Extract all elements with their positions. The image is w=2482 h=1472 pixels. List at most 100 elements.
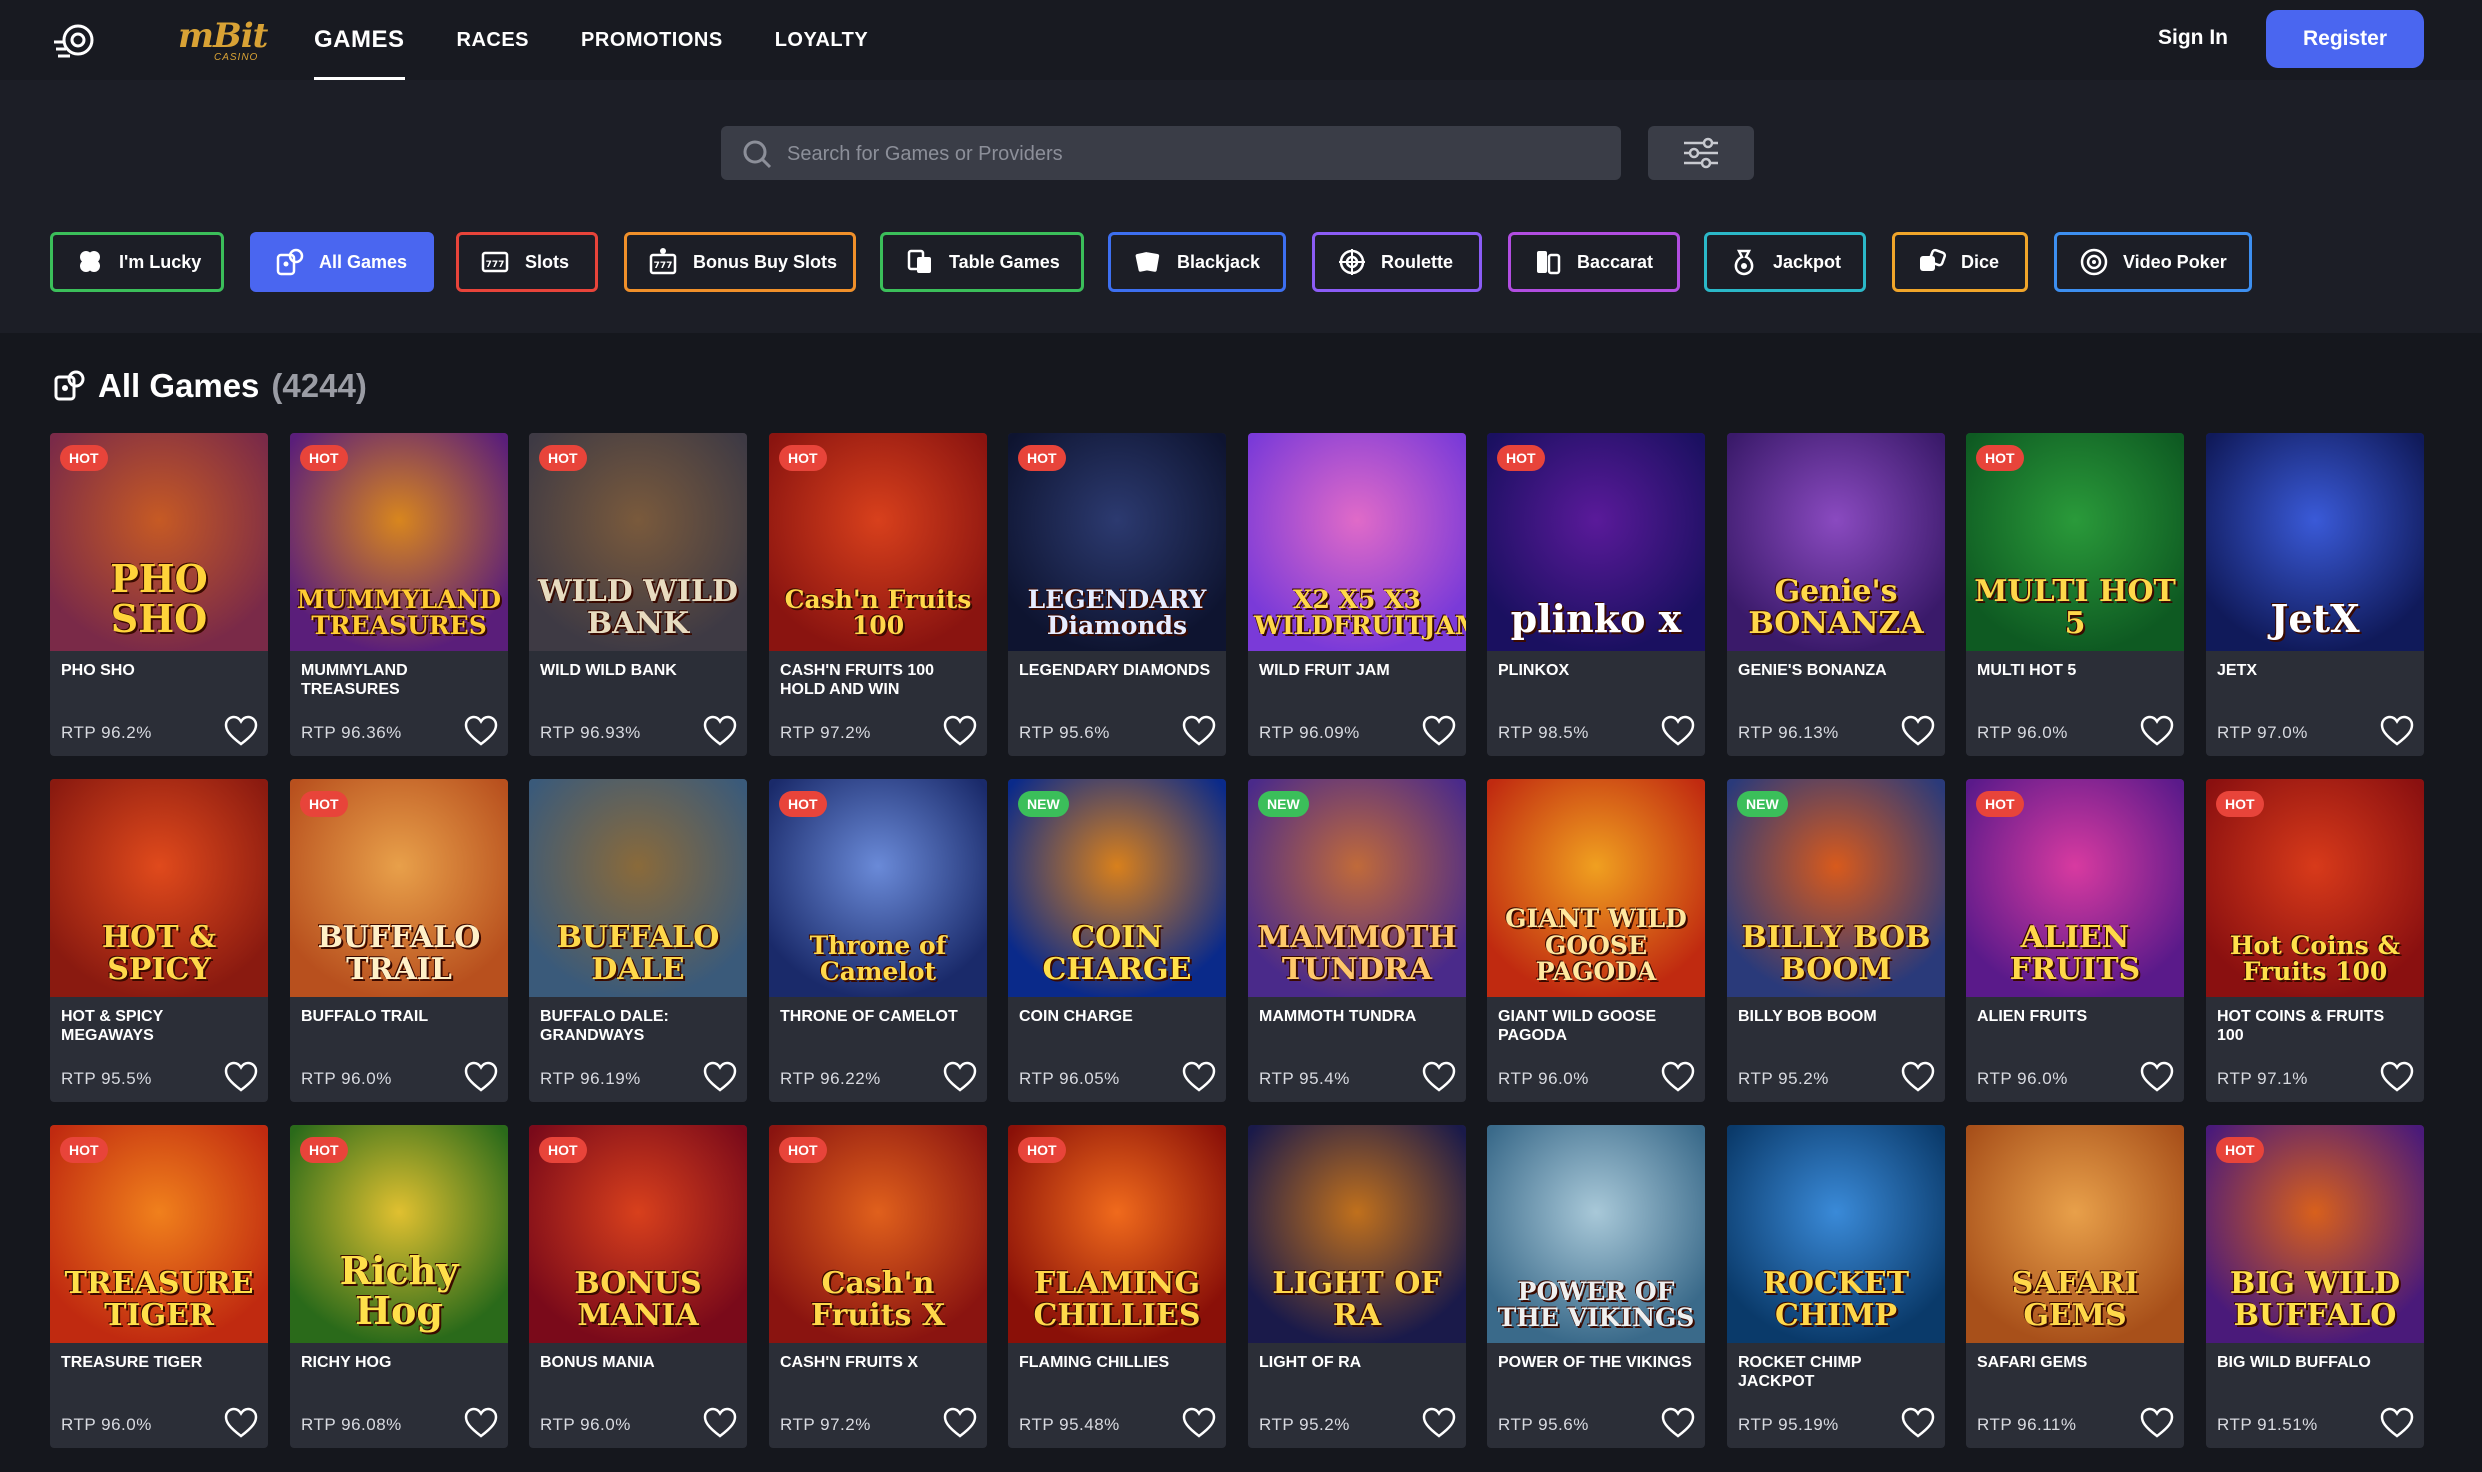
game-card[interactable]: LIGHT OF RA LIGHT OF RA RTP 95.2% <box>1248 1125 1466 1448</box>
game-card[interactable]: ALIEN FRUITS HOT ALIEN FRUITS RTP 96.0% <box>1966 779 2184 1102</box>
game-thumbnail[interactable]: ROCKET CHIMP <box>1727 1125 1945 1343</box>
game-card[interactable]: X2 X5 X3 WILDFRUITJAM WILD FRUIT JAM RTP 9… <box>1248 433 1466 756</box>
game-thumbnail[interactable]: Cash'n Fruits X HOT <box>769 1125 987 1343</box>
game-card[interactable]: BONUS MANIA HOT BONUS MANIA RTP 96.0% <box>529 1125 747 1448</box>
game-thumbnail[interactable]: Cash'n Fruits 100 HOT <box>769 433 987 651</box>
game-card[interactable]: LEGENDARY Diamonds HOT LEGENDARY DIAMONDS R… <box>1008 433 1226 756</box>
game-thumbnail[interactable]: WILD WILD BANK HOT <box>529 433 747 651</box>
favorite-heart-icon[interactable] <box>703 715 737 747</box>
game-thumbnail[interactable]: HOT & SPICY <box>50 779 268 997</box>
favorite-heart-icon[interactable] <box>943 1061 977 1093</box>
favorite-heart-icon[interactable] <box>1661 1407 1695 1439</box>
category-baccarat[interactable]: Baccarat <box>1508 232 1680 292</box>
game-thumbnail[interactable]: SAFARI GEMS <box>1966 1125 2184 1343</box>
favorite-heart-icon[interactable] <box>1422 1407 1456 1439</box>
game-card[interactable]: COIN CHARGE NEW COIN CHARGE RTP 96.05% <box>1008 779 1226 1102</box>
game-card[interactable]: MUMMYLAND TREASURES HOT MUMMYLAND TREASURE… <box>290 433 508 756</box>
game-card[interactable]: ROCKET CHIMP ROCKET CHIMP JACKPOT RTP 95.1… <box>1727 1125 1945 1448</box>
filter-button[interactable] <box>1648 126 1754 180</box>
game-thumbnail[interactable]: LEGENDARY Diamonds HOT <box>1008 433 1226 651</box>
casino-logo-icon[interactable] <box>52 20 98 60</box>
game-thumbnail[interactable]: COIN CHARGE NEW <box>1008 779 1226 997</box>
game-thumbnail[interactable]: BILLY BOB BOOM NEW <box>1727 779 1945 997</box>
game-thumbnail[interactable]: POWER OF THE VIKINGS <box>1487 1125 1705 1343</box>
category-jackpot[interactable]: Jackpot <box>1704 232 1866 292</box>
game-card[interactable]: Genie's BONANZA GENIE'S BONANZA RTP 96.13% <box>1727 433 1945 756</box>
game-thumbnail[interactable]: BUFFALO TRAIL HOT <box>290 779 508 997</box>
favorite-heart-icon[interactable] <box>943 715 977 747</box>
favorite-heart-icon[interactable] <box>1182 715 1216 747</box>
favorite-heart-icon[interactable] <box>224 1407 258 1439</box>
game-thumbnail[interactable]: LIGHT OF RA <box>1248 1125 1466 1343</box>
game-card[interactable]: Cash'n Fruits X HOT CASH'N FRUITS X RTP 97.… <box>769 1125 987 1448</box>
favorite-heart-icon[interactable] <box>1422 1061 1456 1093</box>
game-card[interactable]: BUFFALO DALE BUFFALO DALE: GRANDWAYS RTP 9… <box>529 779 747 1102</box>
favorite-heart-icon[interactable] <box>464 1407 498 1439</box>
game-thumbnail[interactable]: FLAMING CHILLIES HOT <box>1008 1125 1226 1343</box>
category-slots[interactable]: 777 Slots <box>456 232 598 292</box>
game-thumbnail[interactable]: GIANT WILD GOOSE PAGODA <box>1487 779 1705 997</box>
game-thumbnail[interactable]: BUFFALO DALE <box>529 779 747 997</box>
game-thumbnail[interactable]: MAMMOTH TUNDRA NEW <box>1248 779 1466 997</box>
favorite-heart-icon[interactable] <box>703 1061 737 1093</box>
game-card[interactable]: TREASURE TIGER HOT TREASURE TIGER RTP 96.0% <box>50 1125 268 1448</box>
game-thumbnail[interactable]: Throne of Camelot HOT <box>769 779 987 997</box>
game-card[interactable]: plinko x HOT PLINKOX RTP 98.5% <box>1487 433 1705 756</box>
nav-promotions[interactable]: PROMOTIONS <box>581 0 723 80</box>
favorite-heart-icon[interactable] <box>224 1061 258 1093</box>
game-card[interactable]: Richy Hog HOT RICHY HOG RTP 96.08% <box>290 1125 508 1448</box>
favorite-heart-icon[interactable] <box>224 715 258 747</box>
category-table-games[interactable]: Table Games <box>880 232 1084 292</box>
category-roulette[interactable]: Roulette <box>1312 232 1482 292</box>
game-card[interactable]: Cash'n Fruits 100 HOT CASH'N FRUITS 100 HO… <box>769 433 987 756</box>
game-card[interactable]: WILD WILD BANK HOT WILD WILD BANK RTP 96.93… <box>529 433 747 756</box>
game-thumbnail[interactable]: TREASURE TIGER HOT <box>50 1125 268 1343</box>
favorite-heart-icon[interactable] <box>943 1407 977 1439</box>
game-thumbnail[interactable]: Genie's BONANZA <box>1727 433 1945 651</box>
game-thumbnail[interactable]: JetX <box>2206 433 2424 651</box>
game-thumbnail[interactable]: BONUS MANIA HOT <box>529 1125 747 1343</box>
game-thumbnail[interactable]: MULTI HOT 5 HOT <box>1966 433 2184 651</box>
game-card[interactable]: JetX JETX RTP 97.0% <box>2206 433 2424 756</box>
category-all-games[interactable]: All Games <box>250 232 434 292</box>
game-card[interactable]: FLAMING CHILLIES HOT FLAMING CHILLIES RTP 9… <box>1008 1125 1226 1448</box>
game-thumbnail[interactable]: Richy Hog HOT <box>290 1125 508 1343</box>
game-thumbnail[interactable]: plinko x HOT <box>1487 433 1705 651</box>
category-bonus-buy-slots[interactable]: 777 Bonus Buy Slots <box>624 232 856 292</box>
favorite-heart-icon[interactable] <box>2140 1061 2174 1093</box>
favorite-heart-icon[interactable] <box>1901 715 1935 747</box>
sign-in-link[interactable]: Sign In <box>2158 26 2228 50</box>
brand-logo[interactable]: mBit <box>178 16 268 56</box>
favorite-heart-icon[interactable] <box>703 1407 737 1439</box>
game-thumbnail[interactable]: BIG WILD BUFFALO HOT <box>2206 1125 2424 1343</box>
favorite-heart-icon[interactable] <box>1661 715 1695 747</box>
register-button[interactable]: Register <box>2266 10 2424 68</box>
game-card[interactable]: SAFARI GEMS SAFARI GEMS RTP 96.11% <box>1966 1125 2184 1448</box>
favorite-heart-icon[interactable] <box>1182 1407 1216 1439</box>
nav-loyalty[interactable]: LOYALTY <box>775 0 869 80</box>
game-card[interactable]: BIG WILD BUFFALO HOT BIG WILD BUFFALO RTP 9… <box>2206 1125 2424 1448</box>
favorite-heart-icon[interactable] <box>1422 715 1456 747</box>
game-card[interactable]: MAMMOTH TUNDRA NEW MAMMOTH TUNDRA RTP 95.4% <box>1248 779 1466 1102</box>
favorite-heart-icon[interactable] <box>2140 715 2174 747</box>
category-i-m-lucky[interactable]: I'm Lucky <box>50 232 224 292</box>
favorite-heart-icon[interactable] <box>1901 1061 1935 1093</box>
game-thumbnail[interactable]: ALIEN FRUITS HOT <box>1966 779 2184 997</box>
game-card[interactable]: POWER OF THE VIKINGS POWER OF THE VIKINGS… <box>1487 1125 1705 1448</box>
game-card[interactable]: BUFFALO TRAIL HOT BUFFALO TRAIL RTP 96.0% <box>290 779 508 1102</box>
favorite-heart-icon[interactable] <box>1182 1061 1216 1093</box>
game-card[interactable]: Throne of Camelot HOT THRONE OF CAMELOT RTP… <box>769 779 987 1102</box>
favorite-heart-icon[interactable] <box>1901 1407 1935 1439</box>
game-thumbnail[interactable]: Hot Coins & Fruits 100 HOT <box>2206 779 2424 997</box>
category-blackjack[interactable]: Blackjack <box>1108 232 1286 292</box>
favorite-heart-icon[interactable] <box>2380 715 2414 747</box>
search-input[interactable] <box>785 126 1589 182</box>
favorite-heart-icon[interactable] <box>2380 1061 2414 1093</box>
game-card[interactable]: Hot Coins & Fruits 100 HOT HOT COINS & FRU… <box>2206 779 2424 1102</box>
game-card[interactable]: BILLY BOB BOOM NEW BILLY BOB BOOM RTP 95.2% <box>1727 779 1945 1102</box>
category-dice[interactable]: Dice <box>1892 232 2028 292</box>
nav-games[interactable]: GAMES <box>314 0 405 80</box>
nav-races[interactable]: RACES <box>457 0 530 80</box>
game-card[interactable]: PHO SHO HOT PHO SHO RTP 96.2% <box>50 433 268 756</box>
game-card[interactable]: HOT & SPICY HOT & SPICY MEGAWAYS RTP 95.5% <box>50 779 268 1102</box>
